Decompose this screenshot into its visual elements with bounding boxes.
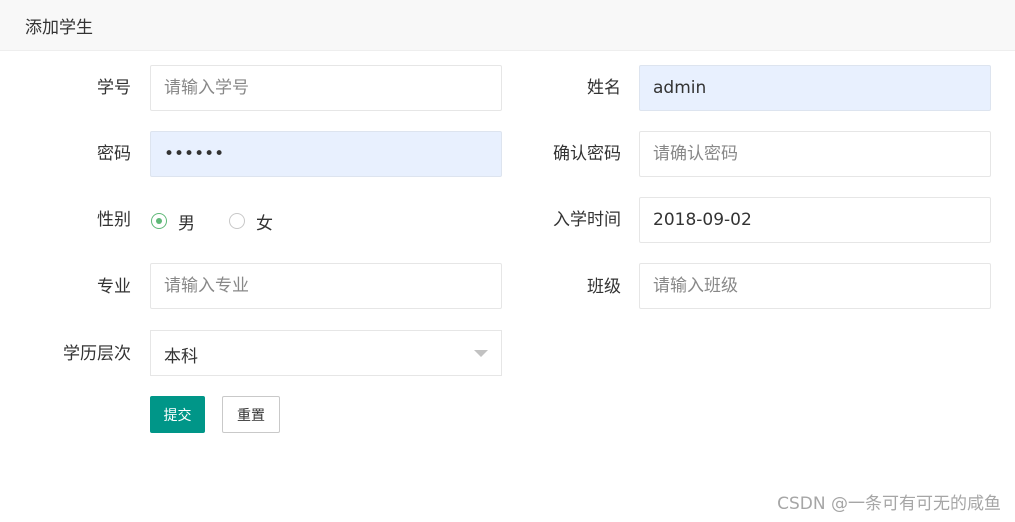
class-input[interactable] [639,263,991,309]
radio-checked-icon [151,213,167,229]
page-title: 添加学生 [25,18,93,38]
student-id-label: 学号 [97,78,131,98]
education-level-value: 本科 [164,347,198,367]
major-label: 专业 [97,277,131,297]
caret-down-icon [474,350,488,357]
major-input[interactable] [150,263,502,309]
gender-radio-female[interactable]: 女 [229,208,273,234]
name-input[interactable] [639,65,991,111]
gender-radio-male[interactable]: 男 [151,208,195,234]
name-label: 姓名 [587,78,621,98]
enroll-date-input[interactable] [639,197,991,243]
class-label: 班级 [587,277,621,297]
panel-header: 添加学生 [0,0,1015,51]
submit-button[interactable]: 提交 [150,396,205,433]
gender-option-label: 男 [178,213,195,234]
watermark: CSDN @一条可有可无的咸鱼 [777,494,1001,514]
enroll-date-label: 入学时间 [553,210,621,230]
education-level-select[interactable]: 本科 [150,330,502,376]
student-id-input[interactable] [150,65,502,111]
reset-button[interactable]: 重置 [222,396,280,433]
education-level-label: 学历层次 [63,344,131,364]
confirm-password-input[interactable] [639,131,991,177]
radio-unchecked-icon [229,213,245,229]
confirm-password-label: 确认密码 [553,144,621,164]
password-label: 密码 [97,144,131,164]
password-input[interactable] [150,131,502,177]
gender-option-label: 女 [256,213,273,234]
gender-label: 性别 [97,210,131,230]
